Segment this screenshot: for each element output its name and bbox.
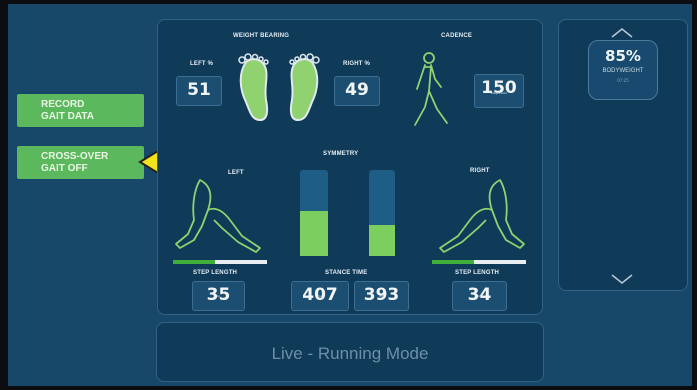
left-foot-icon — [238, 53, 269, 122]
left-percent-label: LEFT % — [190, 61, 214, 67]
stance-time-left-unit: ms — [317, 294, 323, 298]
bodyweight-value: 85% — [605, 47, 641, 65]
mode-status-text: Live - Running Mode — [271, 344, 429, 363]
cadence-title: CADENCE — [441, 33, 473, 39]
symmetry-title: SYMMETRY — [323, 151, 359, 157]
bodyweight-sub: 07:25 — [617, 78, 629, 83]
left-leg-stride-icon — [175, 179, 261, 253]
cadence-value-box: 150 steps/min — [474, 74, 524, 108]
symmetry-left-bar-fill — [300, 211, 328, 256]
left-weight-value: 51 — [176, 76, 222, 106]
record-gait-data-button[interactable]: RECORD GAIT DATA — [17, 94, 144, 127]
cross-over-gait-toggle[interactable]: CROSS-OVER GAIT OFF — [17, 146, 144, 179]
crossover-button-line2: GAIT OFF — [41, 163, 88, 174]
right-percent-label: RIGHT % — [343, 61, 371, 67]
left-step-indicator-fill — [173, 260, 216, 264]
right-foot-icon — [289, 53, 320, 122]
symmetry-right-label: RIGHT — [470, 168, 490, 174]
step-length-right-unit: in — [477, 294, 482, 298]
stance-time-label: STANCE TIME — [325, 270, 368, 276]
step-length-right-box: 34 in — [452, 281, 507, 311]
record-button-line2: GAIT DATA — [41, 111, 94, 122]
right-weight-value: 49 — [334, 76, 380, 106]
right-step-indicator — [432, 260, 526, 264]
stance-time-right-unit: ms — [379, 294, 384, 298]
stance-time-right-box: 393 ms — [354, 281, 409, 311]
mode-status-panel: Live - Running Mode — [156, 322, 544, 382]
bodyweight-label: BODYWEIGHT — [602, 68, 644, 74]
weight-bearing-title: WEIGHT BEARING — [233, 33, 290, 39]
symmetry-right-bar — [369, 170, 395, 256]
step-length-left-label: STEP LENGTH — [193, 270, 238, 276]
symmetry-right-bar-fill — [369, 225, 395, 256]
right-leg-stride-icon — [439, 179, 525, 253]
right-step-indicator-fill — [432, 260, 475, 264]
left-step-indicator — [173, 260, 267, 264]
crossover-button-line1: CROSS-OVER — [41, 151, 109, 162]
cadence-unit: steps/min — [490, 91, 508, 95]
stance-time-left-box: 407 ms — [291, 281, 349, 311]
step-length-right-label: STEP LENGTH — [455, 270, 500, 276]
bodyweight-card: 85% BODYWEIGHT 07:25 — [588, 40, 658, 100]
record-button-line1: RECORD — [41, 99, 85, 110]
chevron-down-icon[interactable] — [611, 274, 633, 284]
symmetry-left-bar — [300, 170, 328, 256]
step-length-left-unit: in — [216, 294, 221, 298]
chevron-up-icon[interactable] — [611, 28, 633, 38]
walking-person-icon — [414, 52, 448, 126]
step-length-left-box: 35 in — [192, 281, 245, 311]
